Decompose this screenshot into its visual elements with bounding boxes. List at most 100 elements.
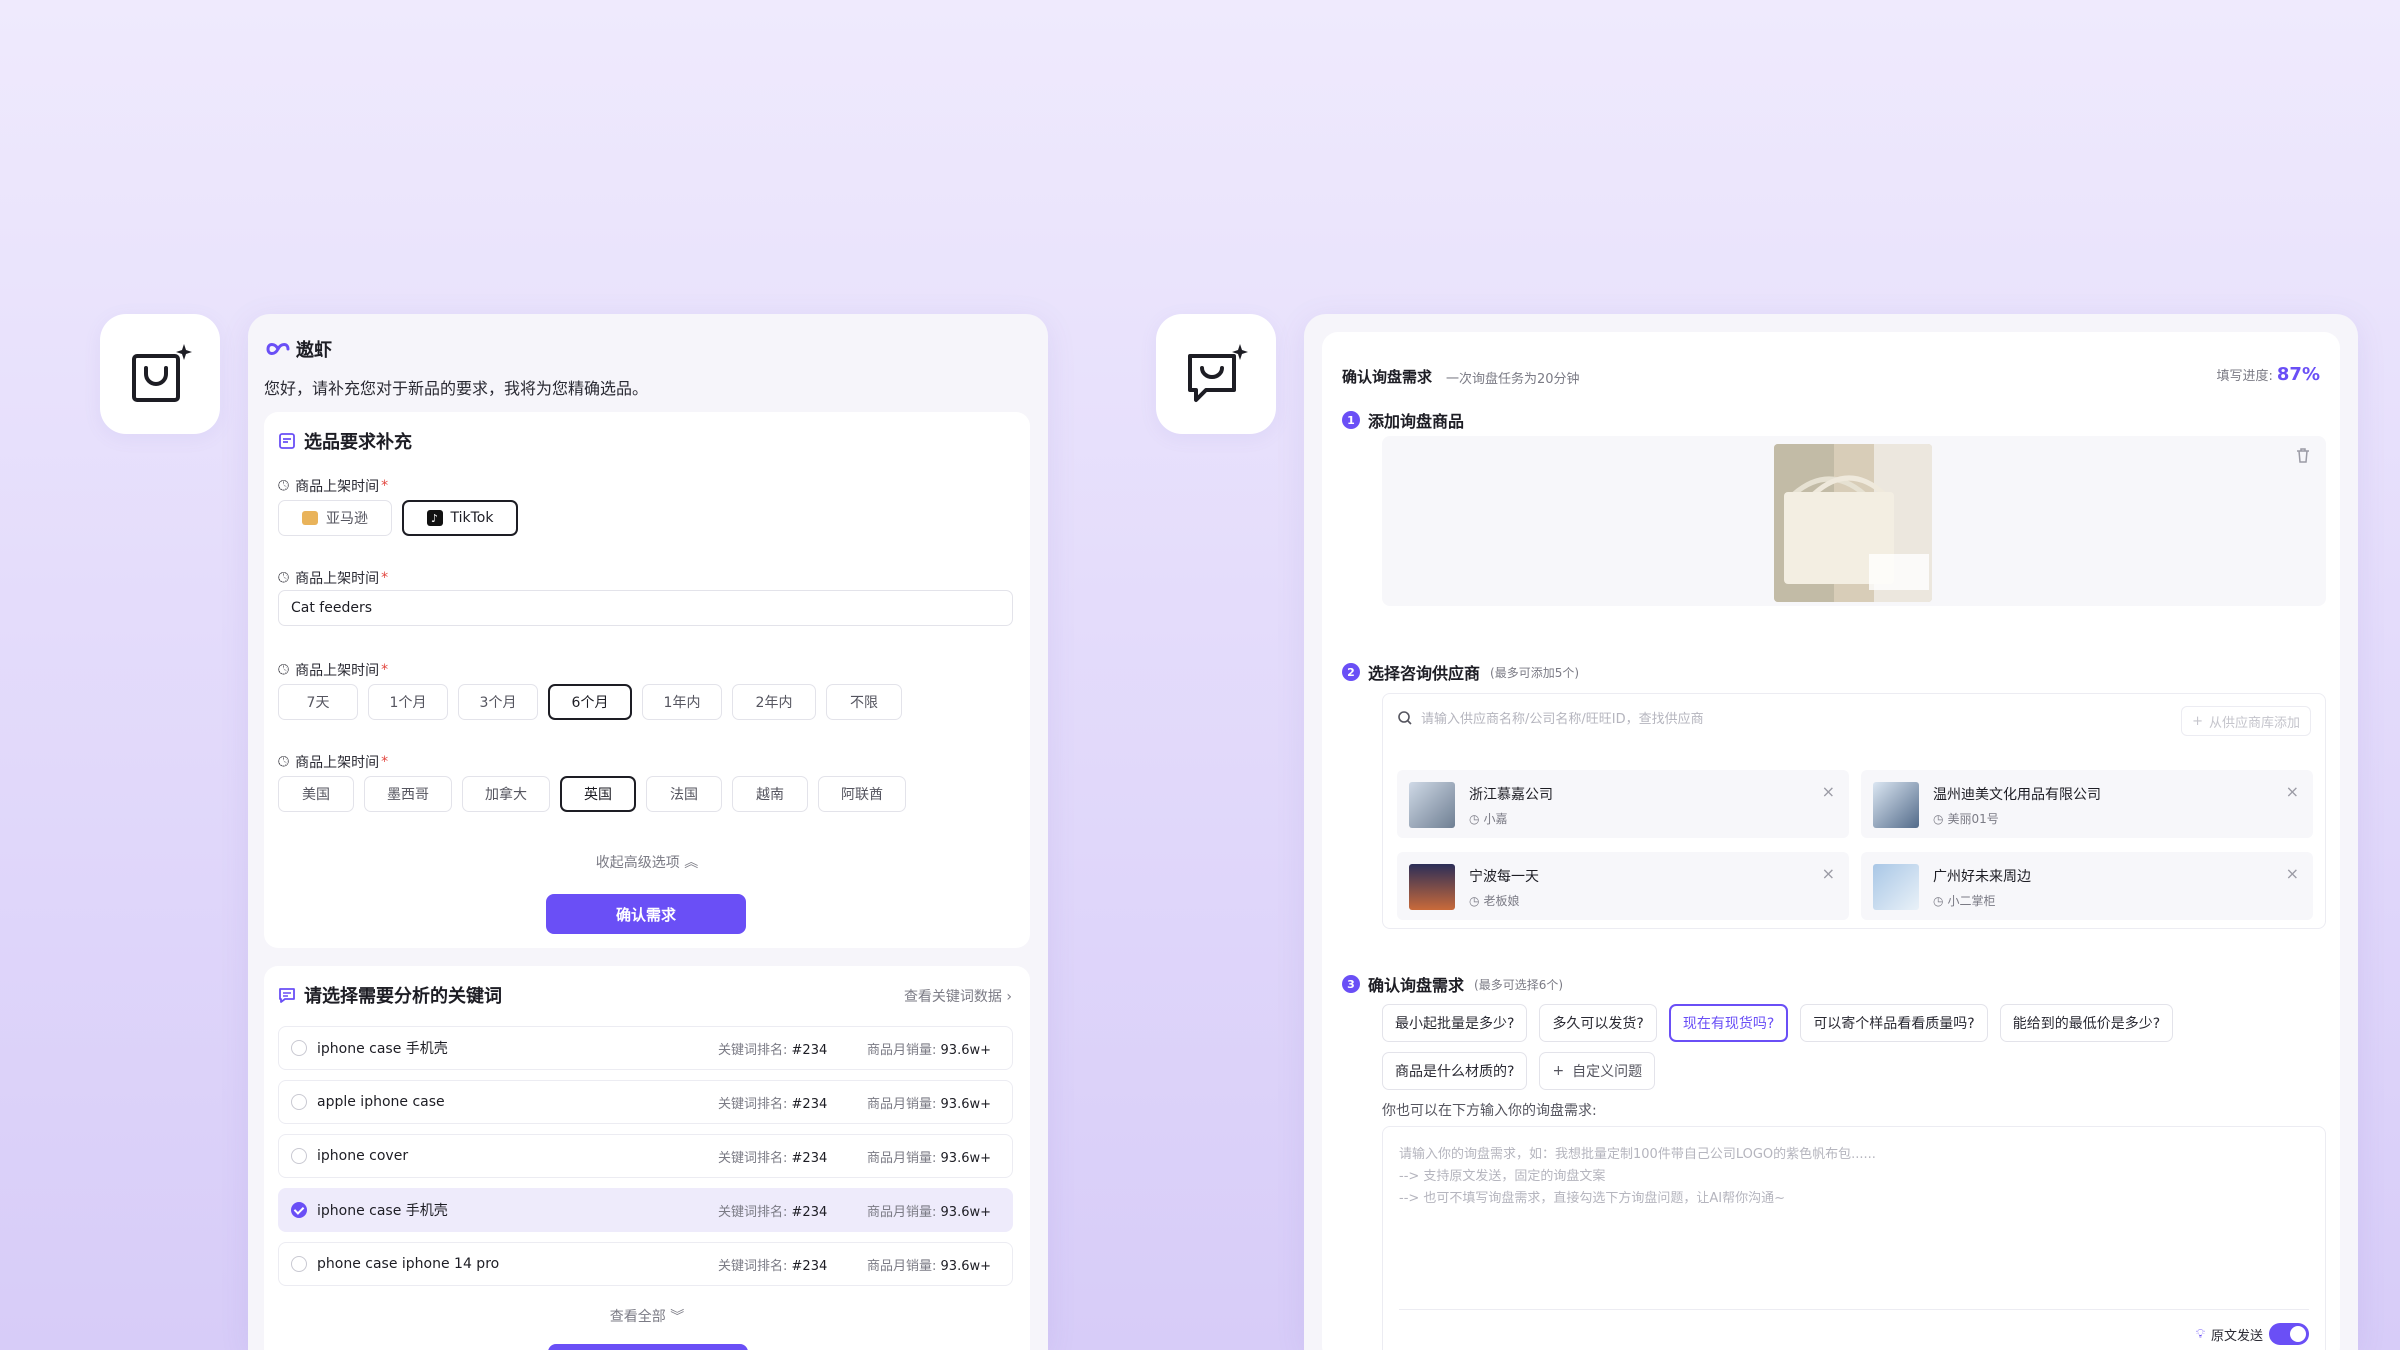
step-2-note: (最多可添加5个) [1490,665,1580,680]
time-label-text: 商品上架时间 [295,663,380,679]
inquiry-title: 确认询盘需求 [1342,368,1433,386]
view-all-link[interactable]: 查看全部 ︾ [264,1306,1030,1326]
close-icon[interactable]: × [1822,782,1835,801]
keyword-row[interactable]: apple iphone case 关键词排名: #234 商品月销量: 93.… [278,1080,1013,1124]
keyword-radio[interactable] [291,1256,307,1272]
next-step-button[interactable] [548,1344,748,1350]
keywords-title: 请选择需要分析的关键词 [278,982,502,1008]
sales-value: 93.6w+ [940,1096,992,1112]
rank-value: #234 [791,1042,828,1058]
keyword-sales: 商品月销量: 93.6w+ [867,1039,991,1058]
requirements-title: 选品要求补充 [278,428,412,454]
confirm-requirements-button[interactable]: 确认需求 [546,894,746,934]
question-options-row-1: 最小起批量是多少? 多久可以发货? 现在有现货吗? 可以寄个样品看看质量吗? 能… [1382,1004,2174,1042]
time-option-1y[interactable]: 1年内 [642,684,722,720]
region-option-mx[interactable]: 墨西哥 [364,776,452,812]
platform-tiktok[interactable]: ♪ TikTok [402,500,518,536]
close-icon[interactable]: × [2286,864,2299,883]
contact-icon: ◷ [1933,811,1944,826]
greeting-message: 您好，请补充您对于新品的要求，我将为您精确选品。 [264,379,649,398]
supplier-search-input[interactable]: 请输入供应商名称/公司名称/旺旺ID，查找供应商 [1397,708,1704,727]
time-option-2y[interactable]: 2年内 [732,684,816,720]
supplier-contact: ◷ 美丽01号 [1933,810,1999,827]
time-label: 🕓︎ 商品上架时间 * [278,660,388,680]
region-option-us[interactable]: 美国 [278,776,354,812]
supplier-name: 广州好未来周边 [1933,869,2031,885]
clock-icon: 🕓︎ [278,662,290,678]
keyword-sales: 商品月销量: 93.6w+ [867,1147,991,1166]
question-option[interactable]: 商品是什么材质的? [1382,1052,1528,1090]
question-option[interactable]: 可以寄个样品看看质量吗? [1800,1004,1988,1042]
region-option-vn[interactable]: 越南 [732,776,808,812]
rank-label: 关键词排名: [718,1258,788,1274]
add-from-library-button[interactable]: + 从供应商库添加 [2181,706,2311,736]
platform-label: 🕓︎ 商品上架时间 * [278,476,388,496]
question-option[interactable]: 多久可以发货? [1539,1004,1657,1042]
supplier-card[interactable]: 宁波每一天 ◷ 老板娘 × [1397,852,1849,920]
rank-value: #234 [791,1096,828,1112]
question-option[interactable]: 最小起批量是多少? [1382,1004,1528,1042]
inquiry-subtitle: 一次询盘任务为20分钟 [1446,372,1580,387]
platform-label-text: 商品上架时间 [295,479,380,495]
keyword-radio[interactable] [291,1040,307,1056]
keyword-row[interactable]: iphone case 手机壳 关键词排名: #234 商品月销量: 93.6w… [278,1026,1013,1070]
supplier-name: 温州迪美文化用品有限公司 [1933,787,2101,803]
requirements-card: 选品要求补充 🕓︎ 商品上架时间 * 亚马逊 ♪ TikTok 🕓︎ 商品上架时间… [264,412,1030,948]
trash-icon[interactable] [2294,446,2312,464]
time-option-3m[interactable]: 3个月 [458,684,538,720]
plus-icon: + [2192,713,2203,729]
inquiry-form: 确认询盘需求 一次询盘任务为20分钟 填写进度: 87% 1 添加询盘商品 2 … [1322,332,2340,1350]
platform-amazon[interactable]: 亚马逊 [278,500,392,536]
original-text-toggle[interactable] [2269,1323,2309,1345]
keywords-title-text: 请选择需要分析的关键词 [304,986,502,1007]
keyword-row-selected[interactable]: iphone case 手机壳 关键词排名: #234 商品月销量: 93.6w… [278,1188,1013,1232]
clock-icon: 🕓︎ [278,570,290,586]
product-image[interactable] [1774,444,1932,602]
keyword-radio[interactable] [291,1148,307,1164]
inquiry-textarea[interactable]: 请输入你的询盘需求，如：我想批量定制100件带自己公司LOGO的紫色帆布包...… [1382,1126,2326,1350]
close-icon[interactable]: × [2286,782,2299,801]
region-option-ca[interactable]: 加拿大 [462,776,550,812]
platform-tiktok-label: TikTok [450,510,494,526]
region-option-ae[interactable]: 阿联酋 [818,776,906,812]
collapse-advanced-link[interactable]: 收起高级选项 ︽ [264,852,1030,872]
keyword-row[interactable]: phone case iphone 14 pro 关键词排名: #234 商品月… [278,1242,1013,1286]
custom-question-button[interactable]: + 自定义问题 [1539,1052,1656,1090]
step-2-heading: 2 选择咨询供应商 (最多可添加5个) [1342,660,1579,684]
view-all-text: 查看全部 [609,1309,666,1325]
sales-label: 商品月销量: [867,1150,937,1166]
supplier-search-placeholder: 请输入供应商名称/公司名称/旺旺ID，查找供应商 [1421,712,1704,727]
time-option-unlimited[interactable]: 不限 [826,684,902,720]
region-option-fr[interactable]: 法国 [646,776,722,812]
contact-icon: ◷ [1469,811,1480,826]
chat-smile-sparkle-icon [1188,344,1248,402]
supplier-photo [1873,782,1919,828]
sales-value: 93.6w+ [940,1258,992,1274]
textarea-placeholder-line: 请输入你的询盘需求，如：我想批量定制100件带自己公司LOGO的紫色帆布包...… [1399,1147,1876,1162]
keyword-radio-checked[interactable] [291,1202,307,1218]
rank-label: 关键词排名: [718,1204,788,1220]
sales-label: 商品月销量: [867,1258,937,1274]
time-option-1m[interactable]: 1个月 [368,684,448,720]
brand-name: 遨虾 [296,340,332,361]
region-option-uk[interactable]: 英国 [560,776,636,812]
supplier-card[interactable]: 温州迪美文化用品有限公司 ◷ 美丽01号 × [1861,770,2313,838]
progress-label: 填写进度: [2216,369,2273,384]
keyword-label: 🕓︎ 商品上架时间 * [278,568,388,588]
lightbulb-icon: 💡︎ [2195,1326,2205,1342]
time-option-7d[interactable]: 7天 [278,684,358,720]
keyword-input[interactable]: Cat feeders [278,590,1013,626]
keyword-radio[interactable] [291,1094,307,1110]
close-icon[interactable]: × [1822,864,1835,883]
time-option-6m[interactable]: 6个月 [548,684,632,720]
shop-bag-badge [100,314,220,434]
keyword-row[interactable]: iphone cover 关键词排名: #234 商品月销量: 93.6w+ [278,1134,1013,1178]
keyword-rank: 关键词排名: #234 [718,1093,827,1112]
supplier-card[interactable]: 广州好未来周边 ◷ 小二掌柜 × [1861,852,2313,920]
supplier-contact-name: 老板娘 [1483,894,1520,908]
question-option[interactable]: 能给到的最低价是多少? [1999,1004,2174,1042]
view-keyword-data-link[interactable]: 查看关键词数据 › [904,986,1012,1006]
supplier-card[interactable]: 浙江慕嘉公司 ◷ 小嘉 × [1397,770,1849,838]
question-option-selected[interactable]: 现在有现货吗? [1668,1004,1789,1042]
inquiry-panel: 确认询盘需求 一次询盘任务为20分钟 填写进度: 87% 1 添加询盘商品 2 … [1304,314,2358,1350]
